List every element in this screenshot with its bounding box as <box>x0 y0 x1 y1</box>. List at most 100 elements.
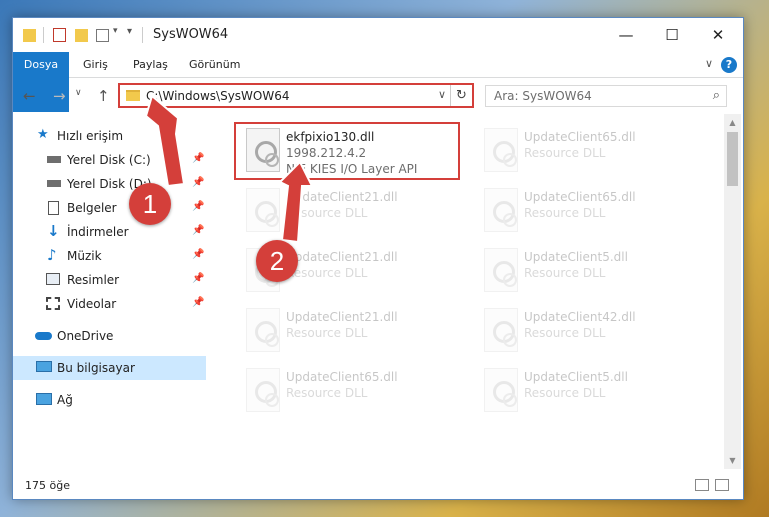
search-icon[interactable]: ⌕ <box>713 88 720 103</box>
file-name: UpdateClient65.dll <box>286 370 398 384</box>
document-icon <box>48 201 59 215</box>
view-icon[interactable] <box>96 29 109 42</box>
file-type: Resource DLL <box>524 326 606 340</box>
dll-file-icon <box>484 188 518 232</box>
pin-icon[interactable]: 📌 <box>192 153 204 164</box>
sidebar-item-pictures[interactable]: Resimler 📌 <box>13 268 206 292</box>
sidebar-item-quick-access[interactable]: ★ Hızlı erişim <box>13 124 206 148</box>
dll-file-icon <box>484 368 518 412</box>
sidebar-item-label: Resimler <box>67 273 120 287</box>
forward-arrow-icon[interactable]: → <box>53 87 66 105</box>
computer-icon <box>36 361 52 372</box>
file-item[interactable]: UpdateClient42.dll Resource DLL <box>472 302 712 362</box>
dll-file-icon <box>246 188 280 232</box>
file-item[interactable]: UpdateClient21.dll Resource DLL <box>234 182 474 242</box>
sidebar-item-network[interactable]: Ağ <box>13 388 206 412</box>
pin-icon[interactable]: 📌 <box>192 201 204 212</box>
pin-icon[interactable]: 📌 <box>192 225 204 236</box>
file-name: UpdateClient5.dll <box>524 250 628 264</box>
sidebar-item-onedrive[interactable]: OneDrive <box>13 324 206 348</box>
up-arrow-icon[interactable]: ↑ <box>97 87 110 105</box>
status-bar: 175 öğe <box>13 473 743 499</box>
file-name: UpdateClient42.dll <box>524 310 636 324</box>
file-name: UpdateClient5.dll <box>524 370 628 384</box>
maximize-button[interactable]: ☐ <box>649 18 695 52</box>
pin-icon[interactable]: 📌 <box>192 249 204 260</box>
file-item[interactable]: UpdateClient21.dll Resource DLL <box>234 302 474 362</box>
file-name: UpdateClient21.dll <box>286 190 398 204</box>
pictures-icon <box>46 273 60 285</box>
sidebar-item-label: Videolar <box>67 297 117 311</box>
cloud-icon <box>35 332 52 340</box>
file-name: UpdateClient21.dll <box>286 250 398 264</box>
help-icon[interactable]: ? <box>721 57 737 73</box>
file-type: Resource DLL <box>286 386 368 400</box>
tab-view[interactable]: Görünüm <box>189 52 240 77</box>
dll-file-icon <box>246 308 280 352</box>
music-note-icon: ♪ <box>47 246 57 264</box>
file-type: Resource DLL <box>524 146 606 160</box>
folder-icon <box>23 29 36 42</box>
scroll-down-icon[interactable]: ▼ <box>724 452 741 469</box>
file-item[interactable]: UpdateClient5.dll Resource DLL <box>472 242 712 302</box>
properties-icon[interactable] <box>53 28 66 42</box>
drive-icon <box>47 156 61 163</box>
chevron-down-icon[interactable]: ∨ <box>438 88 446 101</box>
sidebar-item-music[interactable]: ♪ Müzik 📌 <box>13 244 206 268</box>
recent-chevron-icon[interactable]: ∨ <box>75 88 82 98</box>
file-item[interactable]: UpdateClient65.dll Resource DLL <box>234 362 474 422</box>
scroll-thumb[interactable] <box>727 132 738 186</box>
ribbon-tabs: Dosya Giriş Paylaş Görünüm ∨ ? <box>13 52 743 112</box>
navigation-bar: ← → ∨ ↑ C:\Windows\SysWOW64 ∨ ↻ Ara: Sys… <box>13 78 743 112</box>
sidebar-item-downloads[interactable]: ↓ İndirmeler 📌 <box>13 220 206 244</box>
dll-file-icon <box>484 308 518 352</box>
divider <box>142 27 143 43</box>
sidebar-item-label: İndirmeler <box>67 225 129 239</box>
customize-toolbar-icon[interactable]: ▾ <box>127 26 132 42</box>
file-type: Resource DLL <box>286 266 368 280</box>
address-path[interactable]: C:\Windows\SysWOW64 <box>146 89 290 103</box>
divider <box>43 27 44 43</box>
file-item[interactable]: UpdateClient65.dll Resource DLL <box>472 182 712 242</box>
file-item[interactable]: UpdateClient65.dll Resource DLL <box>472 122 712 182</box>
large-icons-view-icon[interactable] <box>715 479 729 491</box>
search-input[interactable]: Ara: SysWOW64 ⌕ <box>485 85 727 107</box>
sidebar-item-label: Hızlı erişim <box>57 129 124 143</box>
sidebar-item-disk-c[interactable]: Yerel Disk (C:) 📌 <box>13 148 206 172</box>
window-title: SysWOW64 <box>153 27 229 42</box>
tab-share[interactable]: Paylaş <box>133 52 168 77</box>
chevron-down-icon[interactable]: ∨ <box>705 57 713 70</box>
dll-file-icon <box>246 368 280 412</box>
details-view-icon[interactable] <box>695 479 709 491</box>
file-list: ekfpixio130.dll 1998.212.4.2 NIE KIES I/… <box>220 114 724 469</box>
drive-icon <box>47 180 61 187</box>
step-badge-1: 1 <box>129 183 171 225</box>
refresh-icon[interactable]: ↻ <box>450 85 472 106</box>
close-button[interactable]: ✕ <box>695 18 741 52</box>
film-icon <box>46 297 60 310</box>
minimize-button[interactable]: — <box>603 18 649 52</box>
scroll-up-icon[interactable]: ▲ <box>724 114 741 131</box>
file-type: Resource DLL <box>524 386 606 400</box>
new-folder-icon[interactable] <box>75 29 88 42</box>
pin-icon[interactable]: 📌 <box>192 273 204 284</box>
file-name: UpdateClient65.dll <box>524 130 636 144</box>
tab-home[interactable]: Giriş <box>83 52 108 77</box>
address-bar[interactable]: C:\Windows\SysWOW64 ∨ ↻ <box>118 83 474 108</box>
file-type: Resource DLL <box>286 206 368 220</box>
chevron-down-icon[interactable]: ▾ <box>113 26 118 42</box>
pin-icon[interactable]: 📌 <box>192 297 204 308</box>
sidebar-item-documents[interactable]: Belgeler 📌 <box>13 196 206 220</box>
title-bar: ▾ ▾ SysWOW64 — ☐ ✕ <box>13 18 743 52</box>
sidebar-item-disk-d[interactable]: Yerel Disk (D:) 📌 <box>13 172 206 196</box>
sidebar-item-videos[interactable]: Videolar 📌 <box>13 292 206 316</box>
file-type: Resource DLL <box>524 206 606 220</box>
file-item[interactable]: UpdateClient5.dll Resource DLL <box>472 362 712 422</box>
sidebar-item-this-pc[interactable]: Bu bilgisayar <box>13 356 206 380</box>
star-icon: ★ <box>37 127 49 142</box>
file-name: UpdateClient65.dll <box>524 190 636 204</box>
vertical-scrollbar[interactable]: ▲ ▼ <box>724 114 741 469</box>
back-arrow-icon[interactable]: ← <box>23 87 36 105</box>
dll-file-icon <box>484 128 518 172</box>
pin-icon[interactable]: 📌 <box>192 177 204 188</box>
